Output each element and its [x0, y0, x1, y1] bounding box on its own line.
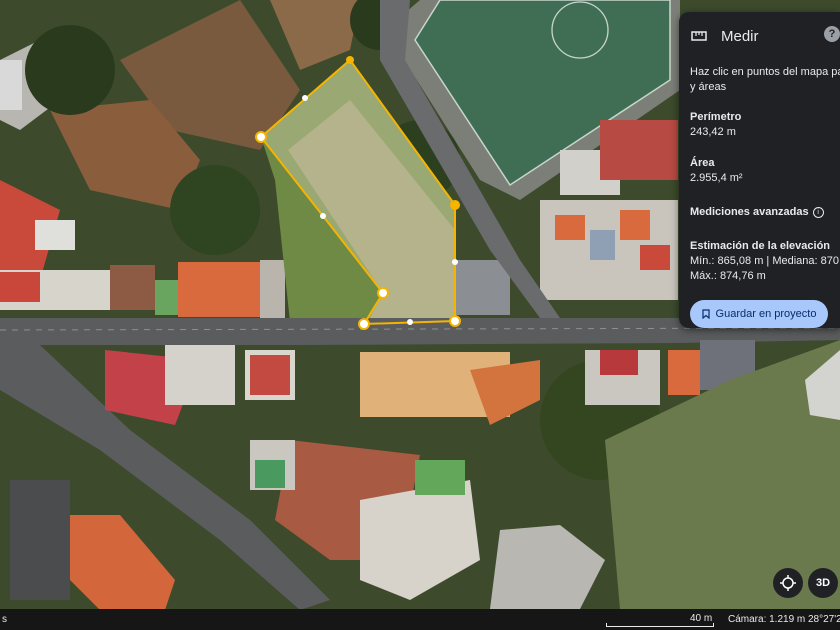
status-left-text: s: [2, 614, 7, 625]
measure-panel: Medir ? Haz clic en puntos del mapa para…: [679, 12, 840, 328]
advanced-measurements[interactable]: Mediciones avanzadas i: [690, 206, 824, 218]
panel-header: Medir: [691, 26, 840, 46]
instructions: Haz clic en puntos del mapa para y áreas: [690, 65, 840, 95]
scale-bar: [606, 623, 714, 627]
perimeter-value: 243,42 m: [690, 126, 736, 138]
help-icon[interactable]: ?: [824, 26, 840, 42]
save-to-project-label: Guardar en proyecto: [715, 308, 817, 320]
elevation-max: Máx.: 874,76 m: [690, 270, 766, 282]
advanced-measurements-label: Mediciones avanzadas: [690, 206, 809, 218]
perimeter-label: Perímetro: [690, 111, 742, 123]
ruler-icon: [691, 31, 707, 41]
crosshair-icon: [780, 575, 796, 591]
instructions-line-2: y áreas: [690, 81, 727, 93]
area-label: Área: [690, 157, 715, 169]
navigation-reset-button[interactable]: [773, 568, 803, 598]
area-value: 2.955,4 m²: [690, 172, 743, 184]
instructions-line-1: Haz clic en puntos del mapa para: [690, 66, 840, 78]
save-to-project-button[interactable]: Guardar en proyecto: [690, 300, 828, 328]
panel-title: Medir: [721, 27, 759, 45]
coordinates: 28°27'2: [808, 614, 840, 625]
elevation-label: Estimación de la elevación: [690, 240, 831, 252]
toggle-3d-label: 3D: [815, 577, 831, 589]
camera-altitude: Cámara: 1.219 m: [728, 614, 806, 625]
toggle-3d-button[interactable]: 3D: [808, 568, 838, 598]
elevation-min-median: Mín.: 865,08 m | Mediana: 870,05: [690, 255, 840, 267]
status-bar: s 40 m Cámara: 1.219 m 28°27'2: [0, 609, 840, 630]
info-icon[interactable]: i: [812, 206, 824, 218]
bookmark-icon: [701, 309, 710, 319]
